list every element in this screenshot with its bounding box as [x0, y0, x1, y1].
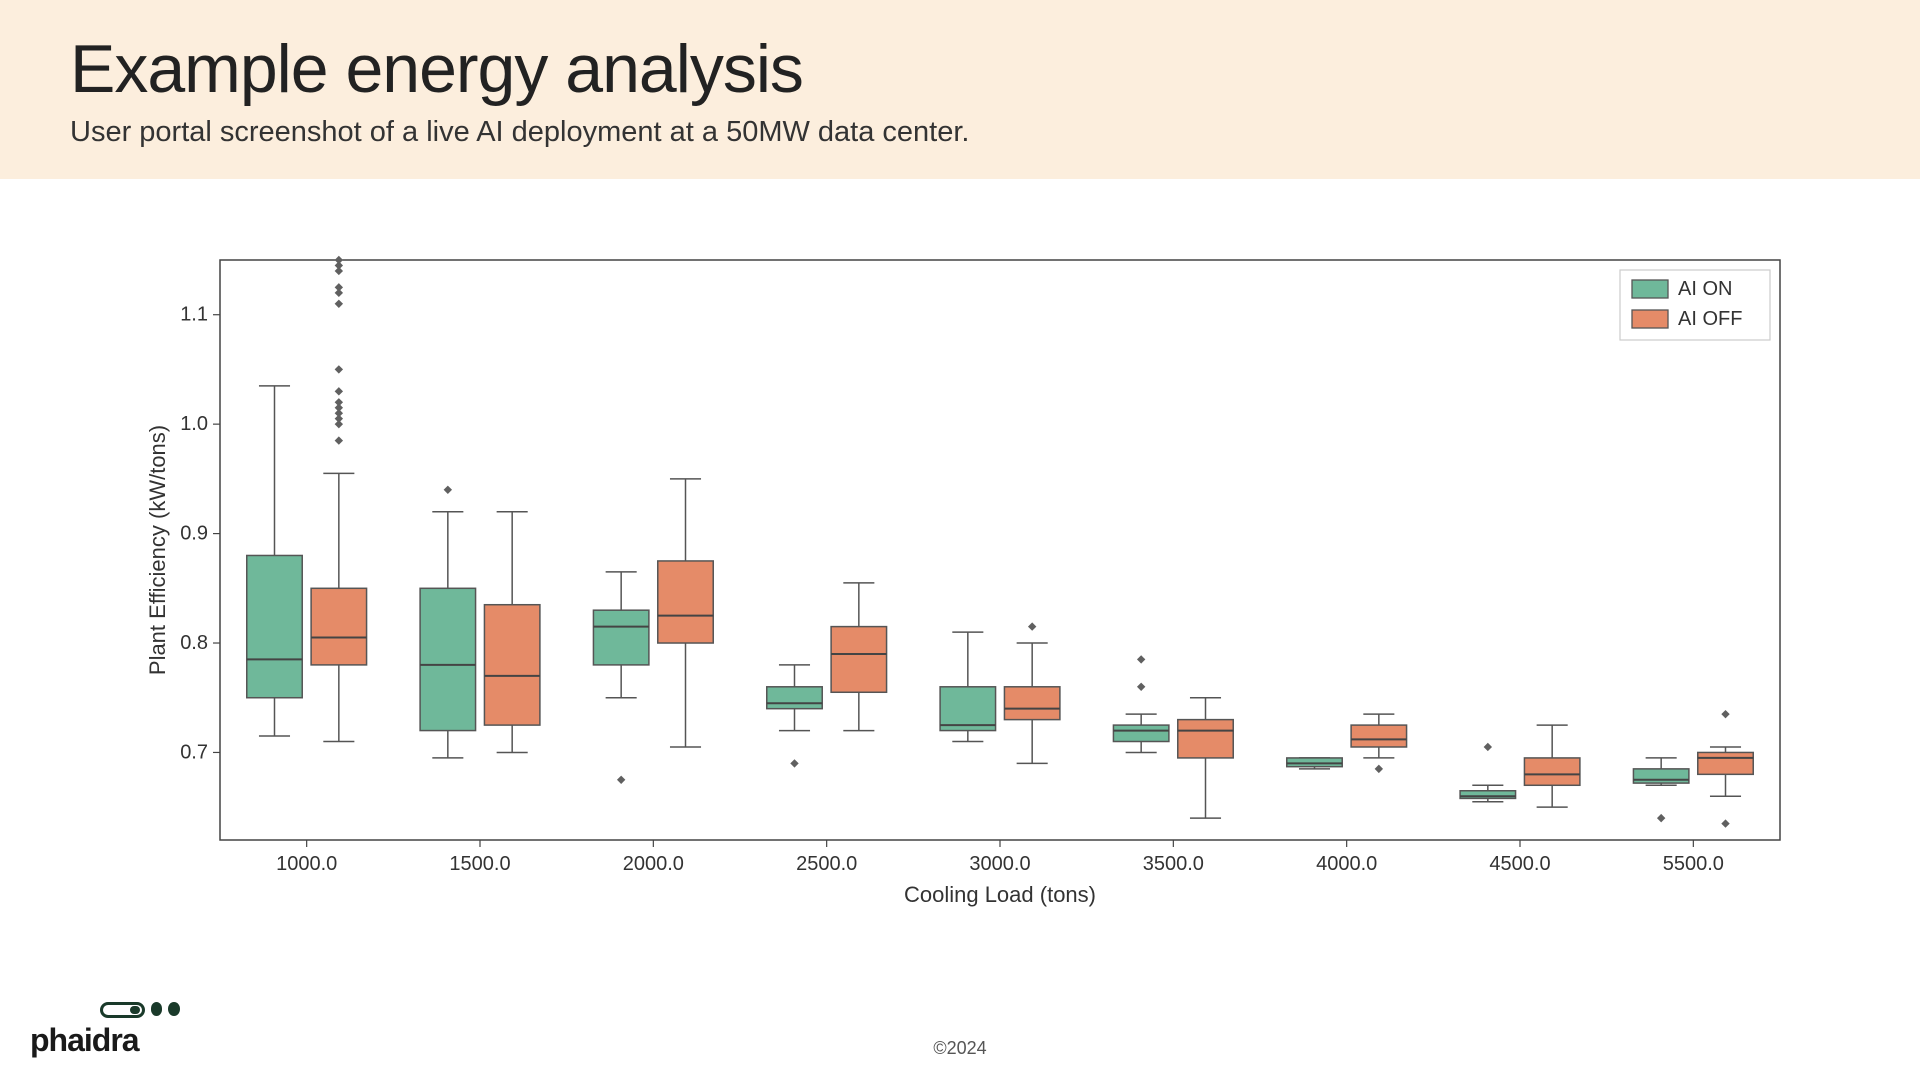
svg-text:1.1: 1.1	[180, 304, 208, 326]
svg-text:1000.0: 1000.0	[276, 853, 337, 875]
svg-text:0.9: 0.9	[180, 523, 208, 545]
svg-text:2500.0: 2500.0	[796, 853, 857, 875]
slide-header: Example energy analysis User portal scre…	[0, 0, 1920, 179]
svg-text:Cooling Load (tons): Cooling Load (tons)	[904, 882, 1096, 907]
svg-text:3000.0: 3000.0	[969, 853, 1030, 875]
logo-dot-icon	[151, 1002, 163, 1016]
svg-text:1500.0: 1500.0	[449, 853, 510, 875]
svg-text:0.7: 0.7	[180, 741, 208, 763]
svg-text:4000.0: 4000.0	[1316, 853, 1377, 875]
svg-text:0.8: 0.8	[180, 632, 208, 654]
slide-subtitle: User portal screenshot of a live AI depl…	[70, 116, 1850, 149]
boxplot-chart: 0.7 0.8 0.9 1.0 1.1 Plant Efficiency (kW/tons…	[140, 240, 1820, 920]
copyright-footer: ©2024	[0, 1038, 1920, 1059]
logo-pill-icon	[100, 1002, 145, 1018]
svg-text:1.0: 1.0	[180, 413, 208, 435]
svg-text:3500.0: 3500.0	[1143, 853, 1204, 875]
svg-text:2000.0: 2000.0	[623, 853, 684, 875]
slide-title: Example energy analysis	[70, 30, 1850, 108]
svg-text:AI ON: AI ON	[1678, 278, 1732, 300]
svg-text:5500.0: 5500.0	[1663, 853, 1724, 875]
logo-dot-icon	[168, 1002, 180, 1016]
svg-text:Plant Efficiency (kW/tons): Plant Efficiency (kW/tons)	[145, 425, 170, 675]
svg-text:AI OFF: AI OFF	[1678, 308, 1742, 330]
svg-text:4500.0: 4500.0	[1489, 853, 1550, 875]
